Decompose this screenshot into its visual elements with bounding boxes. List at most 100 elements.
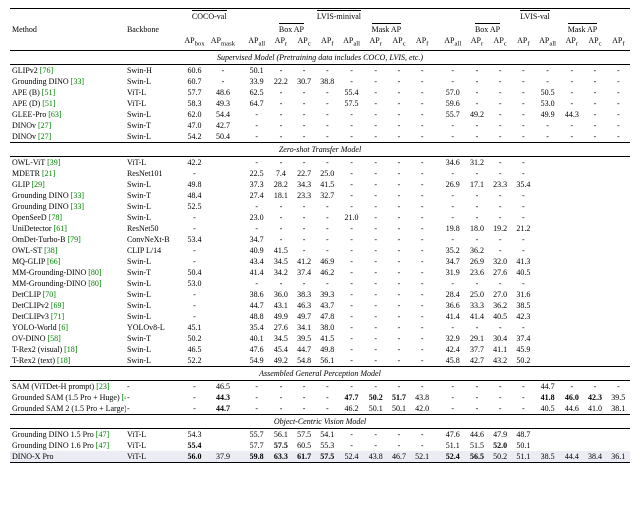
value-cell: -: [244, 392, 269, 403]
value-cell: -: [512, 109, 535, 120]
method-cell: DetCLIPv2 [69]: [10, 300, 126, 311]
col-apall: APall: [244, 35, 269, 50]
value-cell: -: [583, 120, 606, 131]
value-cell: -: [489, 322, 512, 333]
value-cell: -: [293, 392, 316, 403]
value-cell: 19.2: [489, 223, 512, 234]
value-cell: [560, 333, 583, 344]
value-cell: -: [411, 355, 434, 367]
value-cell: 60.6: [181, 64, 208, 76]
value-cell: 60.7: [181, 76, 208, 87]
value-cell: 38.1: [607, 403, 630, 415]
value-cell: -: [293, 234, 316, 245]
value-cell: 51.5: [465, 440, 488, 451]
col-apc2: APc: [387, 35, 410, 50]
value-cell: -: [293, 156, 316, 168]
value-cell: -: [560, 98, 583, 109]
value-cell: -: [512, 87, 535, 98]
value-cell: -: [465, 190, 488, 201]
value-cell: [535, 311, 560, 322]
value-cell: -: [440, 190, 465, 201]
value-cell: 46.2: [316, 267, 339, 278]
value-cell: -: [607, 87, 630, 98]
value-cell: -: [181, 392, 208, 403]
citation: [63]: [48, 110, 61, 119]
value-cell: 45.9: [512, 344, 535, 355]
value-cell: -: [339, 428, 364, 440]
value-cell: [583, 256, 606, 267]
value-cell: -: [560, 64, 583, 76]
value-cell: -: [512, 322, 535, 333]
value-cell: 18.1: [269, 190, 292, 201]
value-cell: 57.5: [316, 451, 339, 463]
citation: [47]: [96, 430, 109, 439]
value-cell: [560, 201, 583, 212]
value-cell: -: [181, 245, 208, 256]
value-cell: -: [269, 380, 292, 392]
value-cell: -: [316, 403, 339, 415]
value-cell: [560, 190, 583, 201]
backbone-cell: Swin-L: [126, 311, 181, 322]
value-cell: -: [411, 311, 434, 322]
value-cell: [535, 234, 560, 245]
value-cell: -: [316, 234, 339, 245]
value-cell: -: [489, 76, 512, 87]
value-cell: 37.7: [465, 344, 488, 355]
value-cell: 48.7: [512, 428, 535, 440]
value-cell: [560, 212, 583, 223]
value-cell: [583, 212, 606, 223]
backbone-cell: ResNet101: [126, 168, 181, 179]
table-row: DetCLIPv3 [71]Swin-L-48.849.949.747.8---…: [10, 311, 630, 322]
value-cell: [535, 223, 560, 234]
value-cell: -: [316, 278, 339, 289]
citation: [69]: [51, 301, 64, 310]
value-cell: -: [387, 355, 410, 367]
value-cell: -: [293, 380, 316, 392]
value-cell: -: [465, 64, 488, 76]
value-cell: 41.0: [583, 403, 606, 415]
value-cell: -: [489, 212, 512, 223]
backbone-cell: -: [126, 392, 181, 403]
value-cell: -: [411, 190, 434, 201]
value-cell: -: [411, 440, 434, 451]
value-cell: -: [181, 289, 208, 300]
value-cell: 46.5: [181, 344, 208, 355]
value-cell: 31.2: [465, 156, 488, 168]
value-cell: -: [316, 223, 339, 234]
value-cell: 37.3: [244, 179, 269, 190]
value-cell: -: [535, 64, 560, 76]
value-cell: -: [411, 64, 434, 76]
value-cell: -: [181, 223, 208, 234]
value-cell: [560, 256, 583, 267]
value-cell: 34.3: [293, 179, 316, 190]
value-cell: -: [181, 256, 208, 267]
value-cell: [560, 440, 583, 451]
value-cell: 50.4: [181, 267, 208, 278]
value-cell: -: [387, 344, 410, 355]
value-cell: -: [293, 223, 316, 234]
value-cell: [607, 300, 630, 311]
value-cell: -: [293, 64, 316, 76]
value-cell: 21.2: [512, 223, 535, 234]
value-cell: 42.4: [440, 344, 465, 355]
value-cell: -: [316, 245, 339, 256]
value-cell: 27.6: [489, 267, 512, 278]
value-cell: 26.9: [465, 256, 488, 267]
value-cell: 38.5: [512, 300, 535, 311]
value-cell: -: [316, 131, 339, 143]
value-cell: -: [364, 87, 387, 98]
backbone-cell: Swin-L: [126, 344, 181, 355]
value-cell: -: [411, 179, 434, 190]
value-cell: 49.9: [269, 311, 292, 322]
value-cell: -: [411, 256, 434, 267]
value-cell: 34.2: [269, 267, 292, 278]
value-cell: [583, 156, 606, 168]
value-cell: [535, 278, 560, 289]
value-cell: -: [316, 201, 339, 212]
value-cell: 34.5: [269, 333, 292, 344]
value-cell: -: [535, 131, 560, 143]
value-cell: -: [269, 234, 292, 245]
value-cell: [560, 267, 583, 278]
value-cell: 36.1: [607, 451, 630, 463]
grp-mask-ap: Mask AP: [339, 22, 434, 35]
